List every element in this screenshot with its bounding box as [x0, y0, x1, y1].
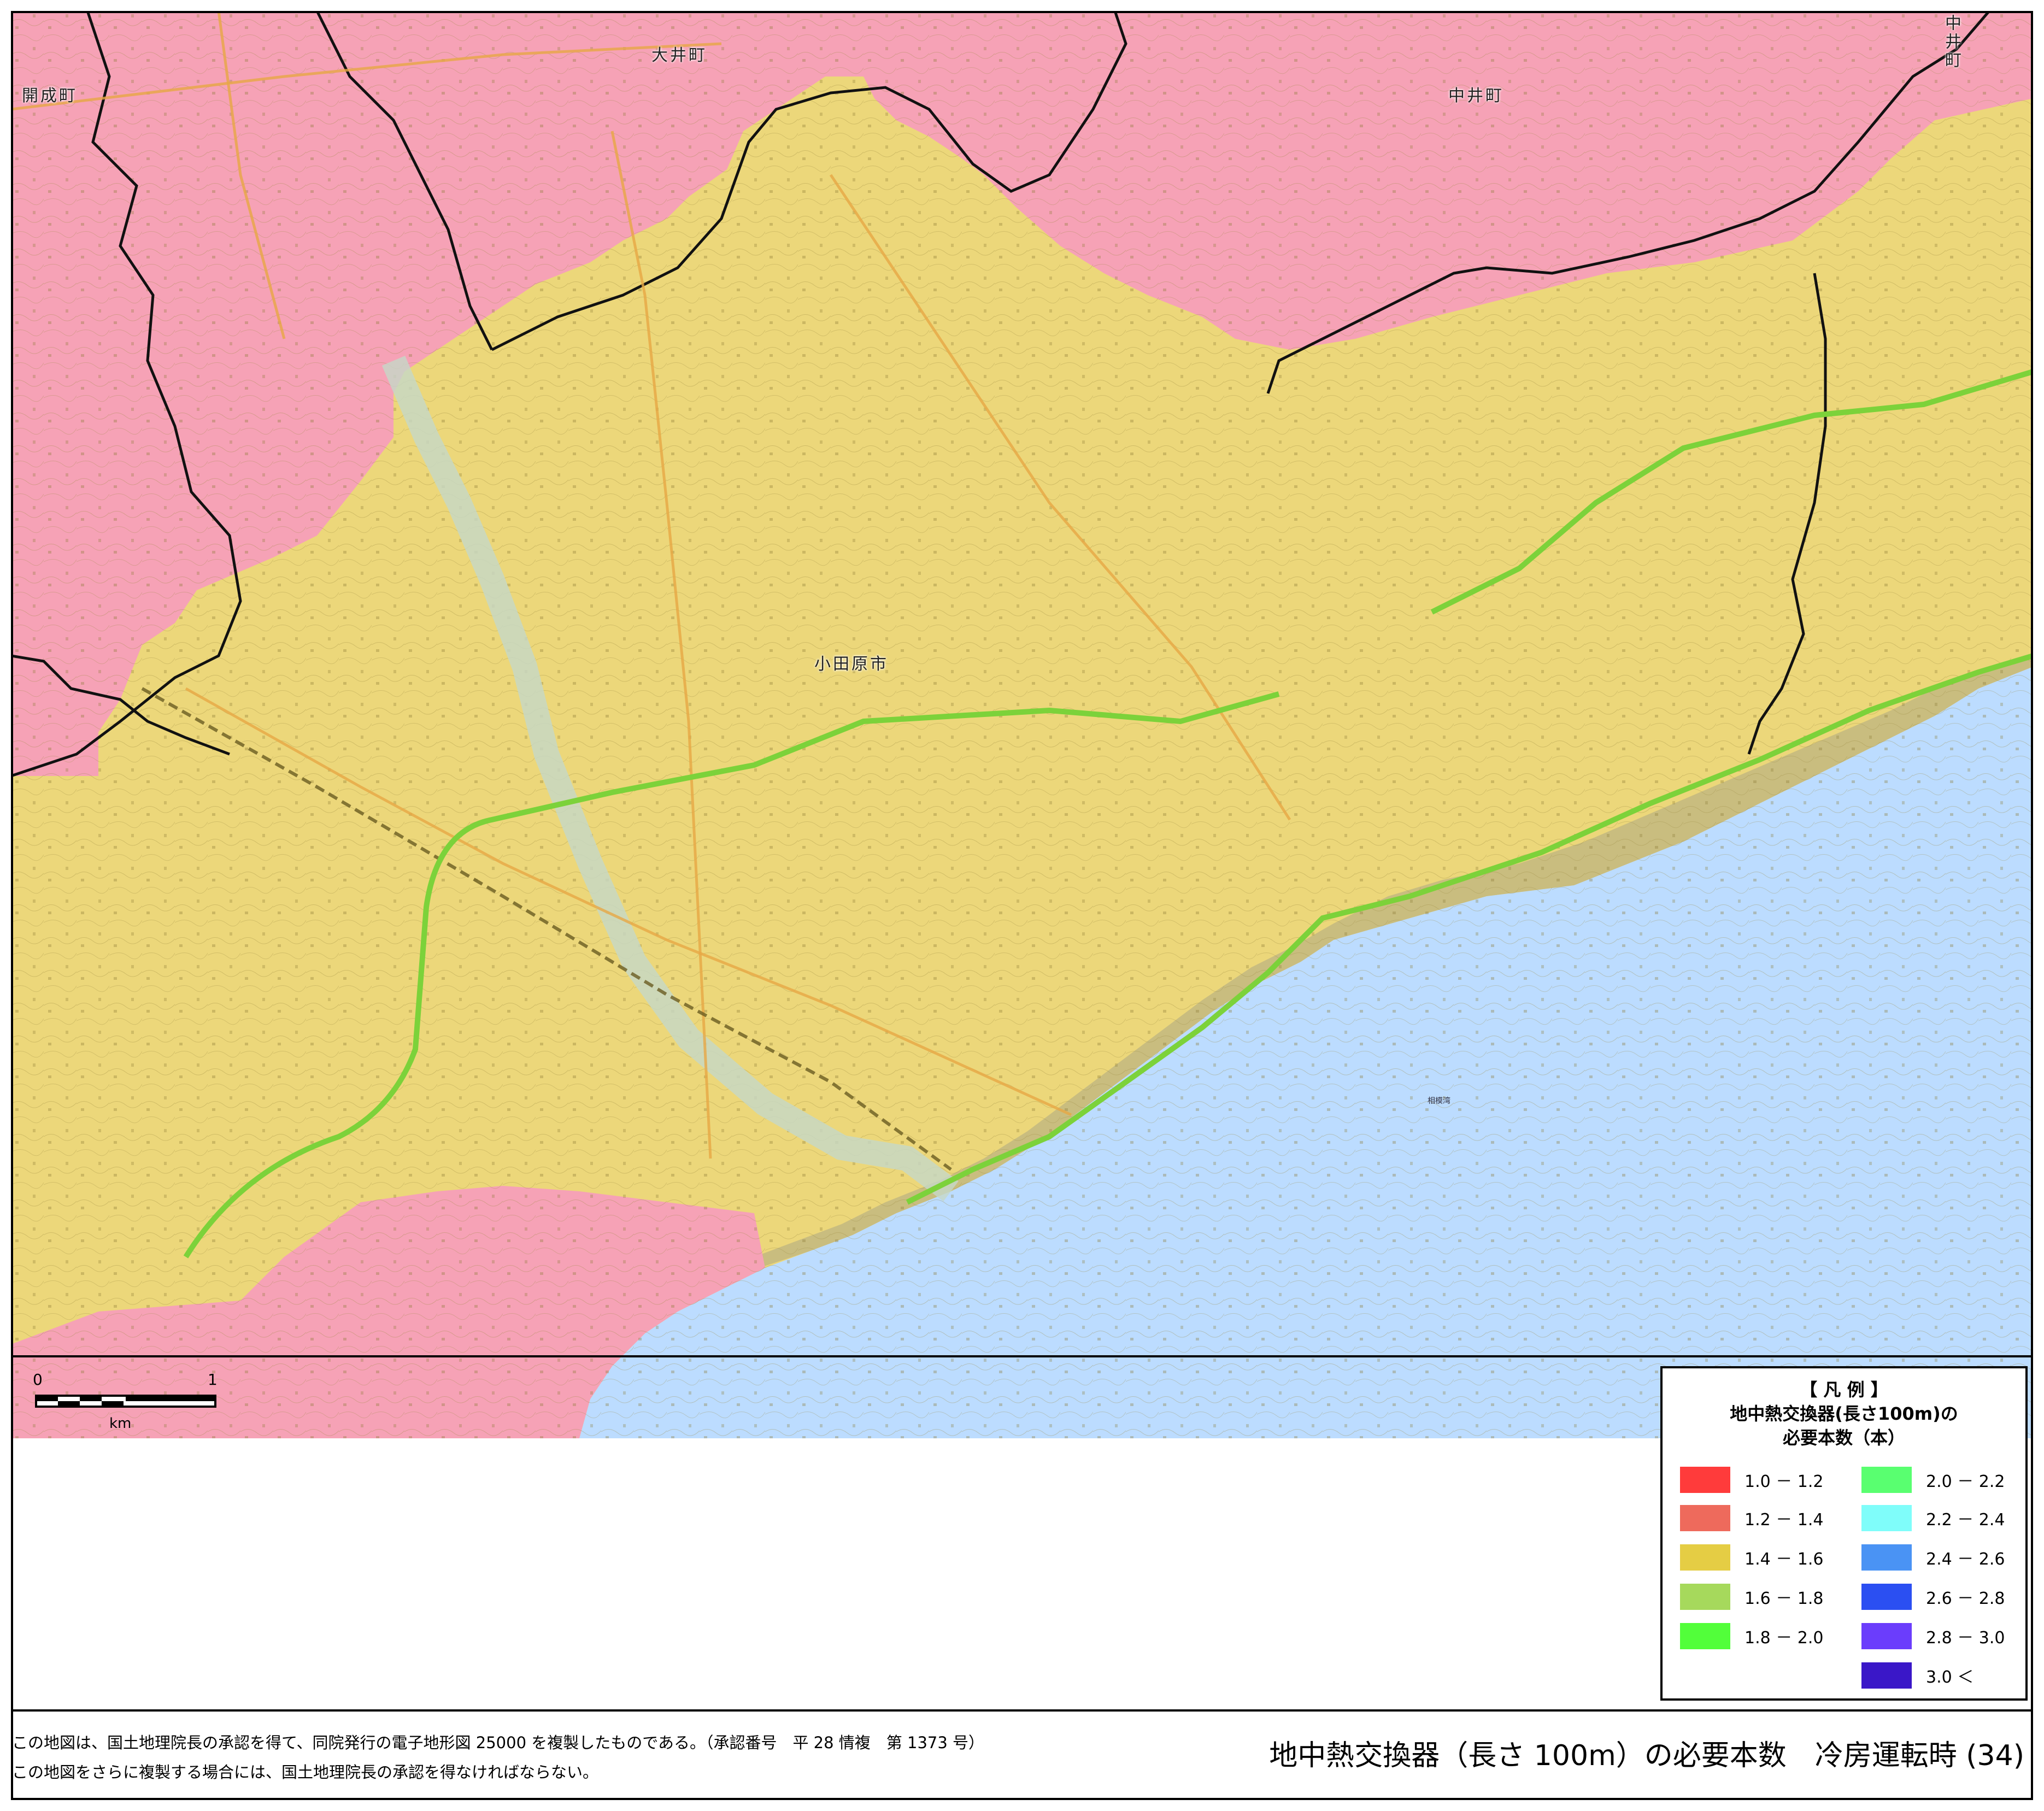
legend-swatch	[1861, 1584, 1912, 1610]
legend-item: 1.8 － 2.0	[1680, 1623, 1824, 1649]
legend-item: 2.6 － 2.8	[1861, 1584, 2005, 1610]
legend-label: 3.0 ＜	[1926, 1668, 1974, 1687]
legend-item: 2.8 － 3.0	[1861, 1623, 2005, 1649]
legend-subtitle-unit: 必要本数（本）	[1782, 1427, 1905, 1448]
legend-item: 2.0 － 2.2	[1861, 1467, 2005, 1493]
legend: 【 凡 例 】 地中熱交換器(長さ100m)の 必要本数（本） 1.0 － 1.…	[1660, 1366, 2028, 1701]
legend-label: 1.4 － 1.6	[1745, 1550, 1824, 1569]
legend-swatch	[1680, 1544, 1730, 1571]
reproduction-note: この地図をさらに複製する場合には、国土地理院長の承認を得なければならない。	[12, 1763, 599, 1781]
legend-item: 1.4 － 1.6	[1680, 1544, 1824, 1571]
legend-swatch	[1680, 1467, 1730, 1493]
legend-item: 3.0 ＜	[1861, 1662, 1973, 1689]
legend-swatch	[1861, 1662, 1912, 1689]
legend-label: 1.8 － 2.0	[1745, 1628, 1824, 1648]
legend-swatch	[1680, 1505, 1730, 1531]
legend-label: 1.6 － 1.8	[1745, 1589, 1824, 1608]
legend-label: 2.6 － 2.8	[1926, 1589, 2005, 1608]
legend-item: 2.4 － 2.6	[1861, 1544, 2005, 1571]
legend-label: 1.0 － 1.2	[1745, 1472, 1824, 1491]
legend-swatch	[1861, 1623, 1912, 1649]
legend-swatch	[1680, 1584, 1730, 1610]
legend-subtitle: 地中熱交換器(長さ100m)の	[1730, 1403, 1958, 1424]
legend-title: 【 凡 例 】	[1800, 1379, 1888, 1400]
legend-swatch	[1680, 1623, 1730, 1649]
legend-label: 2.8 － 3.0	[1926, 1628, 2005, 1648]
map-bottom-rule	[11, 1355, 2033, 1357]
legend-swatch	[1861, 1467, 1912, 1493]
copyright-note: この地図は、国土地理院長の承認を得て、同院発行の電子地形図 25000 を複製し…	[12, 1733, 985, 1752]
legend-item: 1.6 － 1.8	[1680, 1584, 1824, 1610]
map-title: 地中熱交換器（長さ 100m）の必要本数 冷房運転時 (34)	[1269, 1739, 2024, 1772]
legend-item: 1.2 － 1.4	[1680, 1505, 1824, 1531]
legend-label: 2.4 － 2.6	[1926, 1550, 2005, 1569]
legend-swatch	[1861, 1505, 1912, 1531]
legend-swatch	[1861, 1544, 1912, 1571]
footer-rule	[11, 1709, 2033, 1712]
legend-label: 2.2 － 2.4	[1926, 1510, 2005, 1530]
legend-label: 1.2 － 1.4	[1745, 1510, 1824, 1530]
legend-item: 1.0 － 1.2	[1680, 1467, 1824, 1493]
legend-item: 2.2 － 2.4	[1861, 1505, 2005, 1531]
legend-label: 2.0 － 2.2	[1926, 1472, 2005, 1491]
